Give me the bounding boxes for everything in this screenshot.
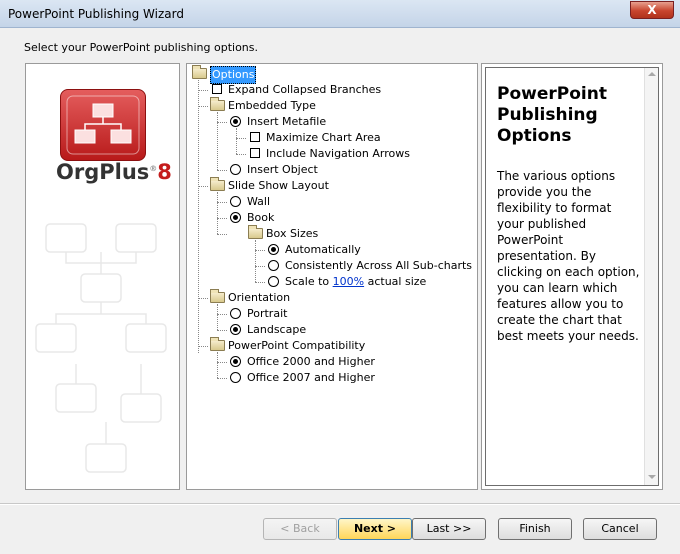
- folder-icon: [210, 177, 225, 191]
- tree-connector: [217, 218, 227, 219]
- tree-connector: [236, 128, 237, 154]
- tree-connector: [217, 352, 218, 378]
- tree-connector: [217, 170, 227, 171]
- tree-connector: [198, 90, 208, 91]
- back-button[interactable]: < Back: [263, 518, 337, 540]
- window-title: PowerPoint Publishing Wizard: [8, 7, 184, 21]
- instruction-text: Select your PowerPoint publishing option…: [24, 41, 258, 54]
- description-panel: PowerPoint Publishing Options The variou…: [481, 63, 663, 490]
- radio-selected-icon[interactable]: [230, 212, 241, 223]
- tree-connector: [198, 80, 199, 353]
- options-tree[interactable]: Options Expand Collapsed Branches Embedd…: [186, 63, 478, 490]
- tree-connector: [255, 282, 265, 283]
- folder-icon: [210, 337, 225, 351]
- tree-connector: [217, 112, 218, 170]
- radio-unselected-icon[interactable]: [268, 260, 279, 271]
- tree-connector: [255, 240, 256, 282]
- radio-selected-icon[interactable]: [230, 324, 241, 335]
- radio-unselected-icon[interactable]: [230, 196, 241, 207]
- next-button[interactable]: Next >: [338, 518, 412, 540]
- description-title: PowerPoint Publishing Options: [497, 84, 607, 146]
- scroll-down-arrow-icon[interactable]: [648, 475, 656, 479]
- tree-connector: [198, 298, 208, 299]
- tree-connector: [236, 154, 246, 155]
- title-bar: PowerPoint Publishing Wizard X: [0, 0, 680, 28]
- radio-unselected-icon[interactable]: [230, 372, 241, 383]
- description-frame: PowerPoint Publishing Options The variou…: [485, 67, 659, 486]
- checkbox-unchecked-icon[interactable]: [250, 148, 260, 158]
- tree-connector: [236, 138, 246, 139]
- folder-icon: [248, 225, 263, 239]
- close-button[interactable]: X: [630, 1, 674, 19]
- radio-selected-icon[interactable]: [230, 116, 241, 127]
- logo-panel: OrgPlus®8: [25, 63, 180, 490]
- radio-unselected-icon[interactable]: [268, 276, 279, 287]
- folder-icon: [210, 97, 225, 111]
- tree-connector: [255, 250, 265, 251]
- tree-connector: [198, 106, 208, 107]
- radio-unselected-icon[interactable]: [230, 308, 241, 319]
- radio-unselected-icon[interactable]: [230, 164, 241, 175]
- tree-connector: [198, 346, 208, 347]
- radio-selected-icon[interactable]: [230, 356, 241, 367]
- tree-connector: [217, 362, 227, 363]
- checkbox-unchecked-icon[interactable]: [250, 132, 260, 142]
- tree-connector: [217, 378, 227, 379]
- tree-connector: [217, 122, 227, 123]
- tree-connector: [217, 330, 227, 331]
- last-button[interactable]: Last >>: [412, 518, 486, 540]
- scroll-up-arrow-icon[interactable]: [648, 72, 656, 76]
- tree-connector: [198, 186, 208, 187]
- tree-connector: [217, 304, 218, 330]
- description-body: The various options provide you the flex…: [497, 169, 640, 343]
- folder-icon: [210, 289, 225, 303]
- orgplus-logo-icon: [60, 89, 146, 161]
- finish-button[interactable]: Finish: [498, 518, 572, 540]
- tree-connector: [255, 266, 265, 267]
- tree-connector: [217, 234, 227, 235]
- footer-separator: [0, 503, 680, 505]
- tree-connector: [217, 202, 227, 203]
- scale-percent-link[interactable]: 100%: [333, 275, 364, 288]
- tree-connector: [217, 314, 227, 315]
- cancel-button[interactable]: Cancel: [583, 518, 657, 540]
- tree-connector: [217, 192, 218, 234]
- description-scrollbar[interactable]: [644, 68, 658, 485]
- checkbox-unchecked-icon[interactable]: [212, 84, 222, 94]
- radio-selected-icon[interactable]: [268, 244, 279, 255]
- orgplus-logo-text: OrgPlus®8: [56, 160, 172, 184]
- folder-icon: [192, 65, 207, 79]
